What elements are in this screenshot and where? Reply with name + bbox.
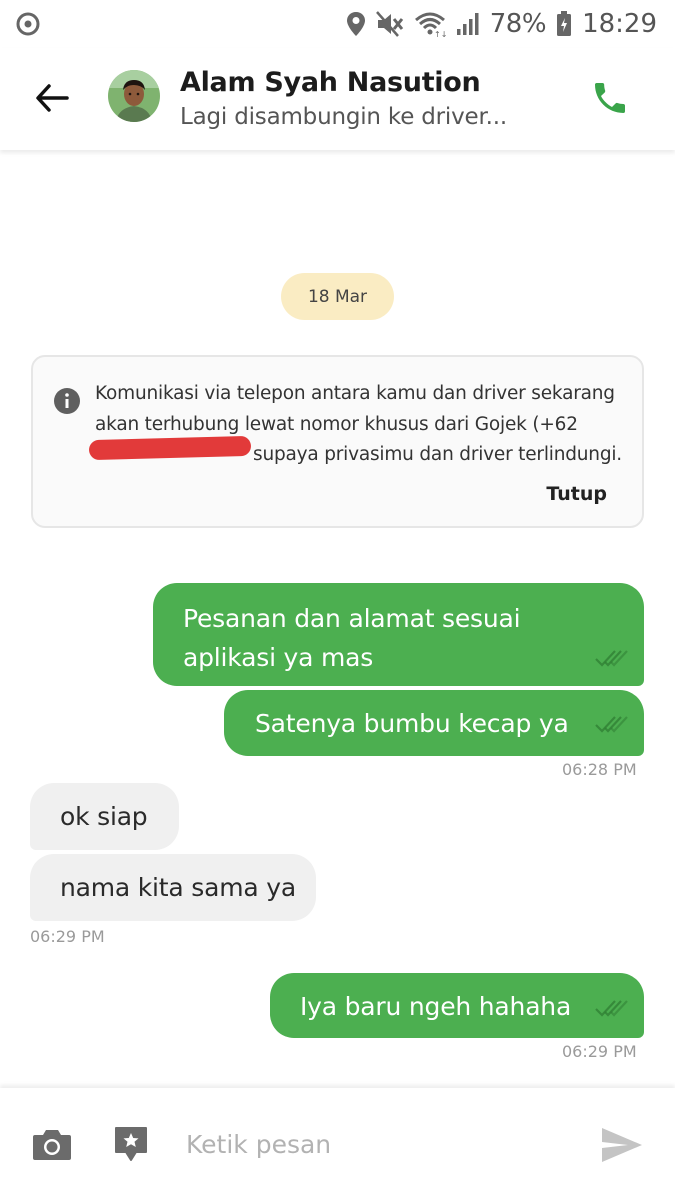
message-bubble-outgoing[interactable]: Pesanan dan alamat sesuai aplikasi ya ma… xyxy=(153,583,644,686)
message-time: 06:28 PM xyxy=(562,760,637,779)
avatar[interactable] xyxy=(108,70,160,122)
app-notification-icon xyxy=(16,12,40,36)
close-info-button[interactable]: Tutup xyxy=(546,483,607,505)
message-time: 06:29 PM xyxy=(562,1042,637,1061)
message-composer xyxy=(0,1088,675,1200)
contact-status: Lagi disambungin ke driver... xyxy=(180,104,507,130)
sticker-icon[interactable] xyxy=(114,1126,148,1164)
info-card: Komunikasi via telepon antara kamu dan d… xyxy=(31,355,644,528)
message-bubble-incoming[interactable]: nama kita sama ya xyxy=(30,854,316,921)
call-button[interactable] xyxy=(584,72,636,124)
clock: 18:29 xyxy=(582,9,657,39)
message-text: ok siap xyxy=(60,802,148,831)
redaction-mark xyxy=(88,435,252,461)
double-check-icon xyxy=(595,650,628,667)
svg-text:↑↓: ↑↓ xyxy=(434,30,446,37)
wifi-icon: ↑↓ xyxy=(414,12,446,37)
contact-name: Alam Syah Nasution xyxy=(180,67,481,98)
message-text: aplikasi ya mas xyxy=(183,643,374,672)
message-time: 06:29 PM xyxy=(30,927,105,946)
send-icon[interactable] xyxy=(600,1126,644,1164)
info-line-1: Komunikasi via telepon antara kamu dan d… xyxy=(95,383,615,404)
driver-photo xyxy=(108,70,160,122)
mute-icon xyxy=(375,11,403,37)
chat-area[interactable]: 18 Mar Komunikasi via telepon antara kam… xyxy=(0,150,675,1088)
message-text: Satenya bumbu kecap ya xyxy=(255,709,569,738)
back-arrow-icon xyxy=(36,84,69,112)
message-bubble-outgoing[interactable]: Satenya bumbu kecap ya xyxy=(224,690,644,756)
status-bar: ↑↓ 78% 18:29 xyxy=(0,0,675,48)
message-text: Iya baru ngeh hahaha xyxy=(300,992,572,1021)
info-line-2: akan terhubung lewat nomor khusus dari G… xyxy=(95,413,578,435)
location-icon xyxy=(346,12,365,36)
message-input[interactable] xyxy=(186,1118,576,1170)
battery-icon xyxy=(557,11,572,36)
message-text: nama kita sama ya xyxy=(60,873,296,902)
battery-percent: 78% xyxy=(489,9,547,39)
chat-header: Alam Syah Nasution Lagi disambungin ke d… xyxy=(0,48,675,150)
signal-icon xyxy=(456,13,479,35)
double-check-icon xyxy=(595,1000,628,1017)
info-icon xyxy=(54,388,80,414)
date-chip: 18 Mar xyxy=(281,273,394,320)
message-text: Pesanan dan alamat sesuai xyxy=(183,604,521,633)
camera-icon[interactable] xyxy=(32,1126,72,1162)
double-check-icon xyxy=(595,716,628,733)
back-button[interactable] xyxy=(28,74,76,122)
phone-icon xyxy=(595,83,625,113)
message-bubble-outgoing[interactable]: Iya baru ngeh hahaha xyxy=(270,973,644,1038)
message-bubble-incoming[interactable]: ok siap xyxy=(30,783,179,850)
